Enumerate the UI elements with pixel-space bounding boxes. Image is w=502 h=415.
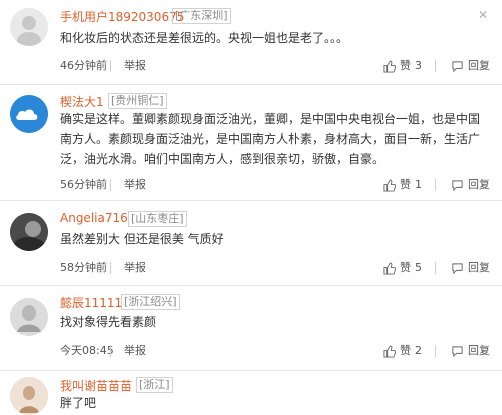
comment-meta: 46分钟前 举报 赞 3 回复 bbox=[60, 57, 492, 75]
location-badge: [浙江绍兴] bbox=[121, 294, 180, 310]
comment-time: 56分钟前 bbox=[60, 178, 107, 191]
like-button[interactable]: 赞 5 bbox=[383, 259, 422, 277]
like-count: 5 bbox=[415, 261, 422, 274]
reply-icon bbox=[452, 262, 463, 274]
report-button[interactable]: 举报 bbox=[124, 57, 146, 75]
location-badge: [贵州铜仁] bbox=[108, 93, 167, 109]
report-button[interactable]: 举报 bbox=[124, 259, 146, 277]
reply-icon bbox=[452, 179, 463, 191]
reply-button[interactable]: 回复 bbox=[451, 259, 490, 277]
reply-label: 回复 bbox=[468, 59, 490, 72]
location-badge: [浙江] bbox=[136, 377, 173, 393]
like-count: 1 bbox=[415, 178, 422, 191]
like-label: 赞 bbox=[400, 344, 411, 357]
report-button[interactable]: 举报 bbox=[124, 176, 146, 194]
like-button[interactable]: 赞 1 bbox=[383, 176, 422, 194]
reply-label: 回复 bbox=[468, 178, 490, 191]
username[interactable]: 手机用户1892030675 bbox=[60, 8, 184, 25]
comment-text: 找对象得先看素颜 bbox=[60, 315, 157, 329]
report-button[interactable]: 举报 bbox=[124, 342, 146, 360]
comment-meta: 56分钟前 举报 赞 1 回复 bbox=[60, 176, 492, 194]
thumbs-up-icon bbox=[383, 261, 396, 275]
divider-line bbox=[435, 179, 436, 191]
like-label: 赞 bbox=[400, 178, 411, 191]
blue-cloud-avatar[interactable] bbox=[10, 95, 48, 133]
like-label: 赞 bbox=[400, 59, 411, 72]
comment-item: 楔法大1 [贵州铜仁] 确实是这样。董卿素颜现身面泛油光，董卿，是中国中央电视台… bbox=[0, 85, 502, 200]
comment-text: 胖了吧 bbox=[60, 396, 97, 410]
reply-button[interactable]: 回复 bbox=[451, 176, 490, 194]
like-count: 2 bbox=[415, 344, 422, 357]
photo-avatar[interactable] bbox=[10, 298, 48, 336]
divider-line bbox=[435, 60, 436, 72]
reply-label: 回复 bbox=[468, 344, 490, 357]
divider-line bbox=[435, 345, 436, 357]
reply-button[interactable]: 回复 bbox=[451, 342, 490, 360]
username[interactable]: 我叫谢苗苗苗 bbox=[60, 377, 132, 394]
comment-text: 确实是这样。董卿素颜现身面泛油光，董卿，是中国中央电视台一姐，也是中国南方人。素… bbox=[60, 112, 481, 166]
comment-item: Angelia716 [山东枣庄] 虽然差别大 但还是很美 气质好 58分钟前 … bbox=[0, 201, 502, 285]
like-label: 赞 bbox=[400, 261, 411, 274]
like-count: 3 bbox=[415, 59, 422, 72]
comment-meta: 今天08:45 举报 赞 2 回复 bbox=[60, 342, 492, 360]
reply-label: 回复 bbox=[468, 261, 490, 274]
comment-time: 58分钟前 bbox=[60, 261, 107, 274]
comment-item: 懿辰11111 [浙江绍兴] 找对象得先看素颜 今天08:45 举报 赞 2 回… bbox=[0, 286, 502, 370]
location-badge: [广东深圳] bbox=[172, 8, 231, 24]
comment-item: 手机用户1892030675 [广东深圳] ✕ 和化妆后的状态还是差很远的。央视… bbox=[0, 0, 502, 84]
comment-text: 虽然差别大 但还是很美 气质好 bbox=[60, 232, 224, 246]
location-badge: [山东枣庄] bbox=[128, 211, 187, 227]
thumbs-up-icon bbox=[383, 59, 396, 73]
comment-time: 今天08:45 bbox=[60, 344, 114, 357]
divider-line bbox=[110, 262, 111, 274]
photo-avatar[interactable] bbox=[10, 213, 48, 251]
reply-icon bbox=[452, 345, 463, 357]
comment-text: 和化妆后的状态还是差很远的。央视一姐也是老了。。。 bbox=[60, 31, 349, 45]
divider-line bbox=[435, 262, 436, 274]
username[interactable]: 懿辰11111 bbox=[60, 294, 122, 311]
default-user-avatar[interactable] bbox=[10, 8, 48, 46]
divider-line bbox=[110, 60, 111, 72]
username[interactable]: Angelia716 bbox=[60, 211, 128, 225]
comment-item: 我叫谢苗苗苗 [浙江] 胖了吧 bbox=[0, 371, 502, 415]
photo-avatar[interactable] bbox=[10, 377, 48, 415]
reply-button[interactable]: 回复 bbox=[451, 57, 490, 75]
divider-line bbox=[110, 179, 111, 191]
username[interactable]: 楔法大1 bbox=[60, 93, 104, 110]
like-button[interactable]: 赞 2 bbox=[383, 342, 422, 360]
like-button[interactable]: 赞 3 bbox=[383, 57, 422, 75]
thumbs-up-icon bbox=[383, 178, 396, 192]
divider-line bbox=[110, 345, 111, 357]
comment-time: 46分钟前 bbox=[60, 59, 107, 72]
comment-meta: 58分钟前 举报 赞 5 回复 bbox=[60, 259, 492, 277]
close-icon[interactable]: ✕ bbox=[478, 8, 488, 22]
reply-icon bbox=[452, 60, 463, 72]
thumbs-up-icon bbox=[383, 344, 396, 358]
